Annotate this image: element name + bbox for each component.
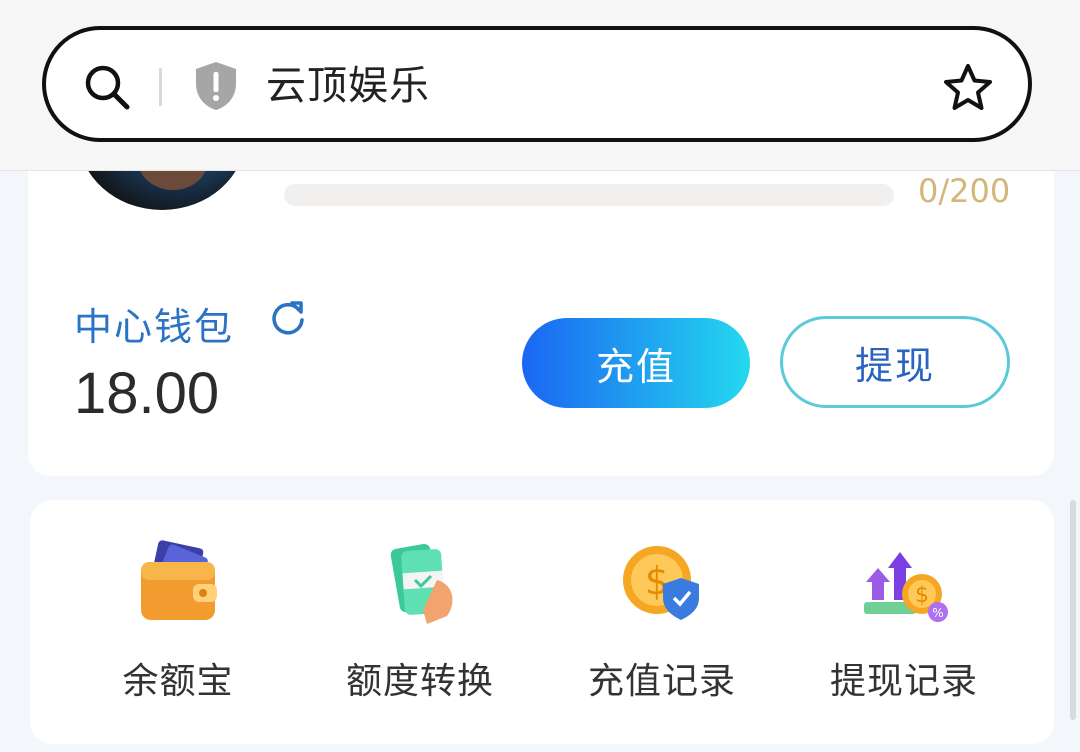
vip-progress-text: 0/200 [918, 172, 1011, 210]
wallet-label: 中心钱包 [74, 305, 235, 349]
menu-item-balance-treasure[interactable]: 余额宝 [68, 540, 288, 720]
browser-toolbar: 云顶娱乐 [0, 0, 1080, 171]
withdraw-button[interactable]: 提现 [780, 316, 1010, 408]
menu-label: 额度转换 [345, 661, 494, 702]
menu-label: 提现记录 [829, 661, 978, 702]
menu-label: 充值记录 [587, 661, 736, 702]
quick-menu: 余额宝 额度转换 $ 充值记录 $ % 提现记录 [30, 500, 1054, 744]
address-divider [159, 68, 162, 106]
menu-item-withdraw-records[interactable]: $ % 提现记录 [794, 540, 1014, 720]
growth-coins-icon: $ % [864, 552, 948, 622]
menu-item-recharge-records[interactable]: $ 充值记录 [552, 540, 772, 720]
vip-progress-bar [284, 184, 894, 206]
shield-icon[interactable] [192, 60, 240, 112]
wallet-icon [141, 540, 217, 620]
star-icon[interactable] [942, 62, 994, 114]
refresh-icon[interactable] [268, 298, 308, 338]
url-text[interactable]: 云顶娱乐 [266, 58, 430, 114]
money-hand-icon [390, 543, 453, 624]
svg-text:$: $ [915, 583, 929, 608]
menu-label: 余额宝 [122, 661, 234, 702]
search-icon[interactable] [82, 62, 132, 112]
svg-text:%: % [932, 606, 943, 620]
wallet-balance: 18.00 [74, 361, 220, 426]
menu-item-credit-transfer[interactable]: 额度转换 [310, 540, 530, 720]
address-bar[interactable]: 云顶娱乐 [42, 26, 1032, 142]
coin-shield-icon: $ [623, 546, 699, 620]
scrollbar-thumb[interactable] [1070, 500, 1076, 720]
recharge-button[interactable]: 充值 [522, 318, 750, 408]
